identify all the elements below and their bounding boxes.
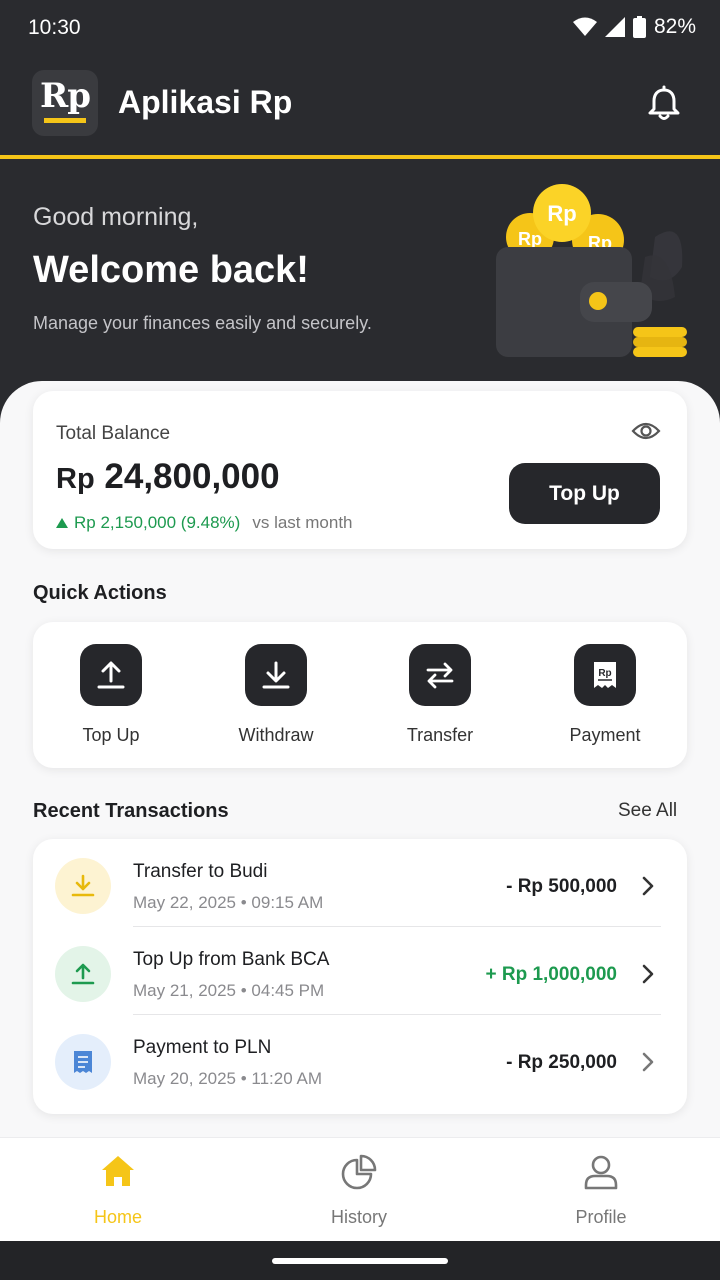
balance-change-suffix: vs last month — [252, 513, 353, 532]
battery-level: 82% — [653, 15, 696, 38]
logo-text: Rp — [39, 76, 91, 116]
svg-text:Rp: Rp — [598, 668, 611, 679]
chevron-right-icon — [642, 1052, 654, 1072]
main-content: Total Balance Rp 24,800,000 Rp 2,150,000… — [0, 381, 720, 1137]
quick-action-top-up[interactable]: Top Up — [51, 644, 171, 746]
download-icon — [245, 644, 307, 706]
transaction-name: Top Up from Bank BCA — [133, 949, 330, 970]
greeting-text: Good morning, — [33, 203, 199, 231]
quick-action-payment[interactable]: Rp Payment — [545, 644, 665, 746]
recent-transactions-title: Recent Transactions — [33, 800, 229, 822]
balance-change-value: Rp 2,150,000 (9.48%) — [74, 513, 241, 532]
status-time: 10:30 — [28, 16, 81, 39]
coin-label: Rp — [547, 201, 576, 226]
transaction-name: Transfer to Budi — [133, 861, 268, 882]
transfer-icon — [409, 644, 471, 706]
see-all-link[interactable]: See All — [618, 800, 677, 822]
nav-label: Profile — [575, 1207, 627, 1227]
transaction-amount: - Rp 500,000 — [506, 876, 617, 897]
balance-currency: Rp — [56, 463, 95, 495]
status-bar: 10:30 82% — [0, 0, 720, 56]
transaction-amount: - Rp 250,000 — [506, 1052, 617, 1073]
balance-change: Rp 2,150,000 (9.48%) vs last month — [56, 513, 353, 533]
app-logo: Rp — [32, 70, 98, 136]
welcome-heading: Welcome back! — [33, 249, 309, 291]
nav-history[interactable]: History — [299, 1152, 419, 1228]
nav-label: Home — [93, 1207, 142, 1227]
wifi-icon — [572, 17, 597, 36]
eye-icon[interactable] — [631, 419, 661, 443]
quick-actions-card: Top Up Withdraw Transfer Rp Payment — [33, 622, 687, 768]
balance-card: Total Balance Rp 24,800,000 Rp 2,150,000… — [33, 391, 687, 549]
transaction-row[interactable]: Transfer to Budi May 22, 2025 • 09:15 AM… — [33, 839, 687, 927]
transaction-row[interactable]: Top Up from Bank BCA May 21, 2025 • 04:4… — [33, 927, 687, 1015]
nav-label: History — [330, 1207, 387, 1227]
home-indicator[interactable] — [272, 1258, 448, 1264]
quick-action-label: Top Up — [82, 725, 140, 745]
transaction-amount: + Rp 1,000,000 — [485, 964, 617, 985]
pie-chart-icon — [341, 1154, 377, 1190]
user-icon — [584, 1155, 618, 1190]
app-header: Rp Aplikasi Rp — [0, 56, 720, 158]
quick-actions-title: Quick Actions — [33, 582, 167, 604]
chevron-right-icon — [642, 964, 654, 984]
download-icon — [55, 858, 111, 914]
balance-amount: Rp 24,800,000 — [56, 457, 280, 497]
top-up-button[interactable]: Top Up — [509, 463, 660, 524]
balance-value: 24,800,000 — [104, 457, 280, 496]
transaction-date: May 22, 2025 • 09:15 AM — [133, 893, 324, 912]
hero-section: Good morning, Welcome back! Manage your … — [0, 159, 720, 399]
transaction-date: May 20, 2025 • 11:20 AM — [133, 1069, 322, 1088]
wallet-illustration: Rp Rp Rp — [496, 184, 687, 357]
balance-label: Total Balance — [56, 423, 171, 444]
app-title: Aplikasi Rp — [118, 84, 293, 120]
up-triangle-icon — [56, 518, 68, 528]
tagline-text: Manage your finances easily and securely… — [33, 313, 372, 333]
receipt-icon: Rp — [574, 644, 636, 706]
coin-label: Rp — [518, 229, 542, 249]
upload-icon — [55, 946, 111, 1002]
transaction-date: May 21, 2025 • 04:45 PM — [133, 981, 325, 1000]
upload-icon — [80, 644, 142, 706]
transaction-row[interactable]: Payment to PLN May 20, 2025 • 11:20 AM -… — [33, 1015, 687, 1103]
bell-icon[interactable] — [644, 84, 684, 124]
chevron-right-icon — [642, 876, 654, 896]
quick-action-label: Withdraw — [238, 725, 314, 745]
home-icon — [102, 1156, 134, 1186]
transaction-name: Payment to PLN — [133, 1037, 272, 1058]
system-nav-bar — [0, 1241, 720, 1280]
status-icons: 82% — [572, 15, 696, 39]
transactions-card: Transfer to Budi May 22, 2025 • 09:15 AM… — [33, 839, 687, 1114]
bottom-nav: Home History Profile — [0, 1137, 720, 1241]
nav-home[interactable]: Home — [58, 1152, 178, 1228]
nav-profile[interactable]: Profile — [541, 1152, 661, 1228]
receipt-icon — [55, 1034, 111, 1090]
battery-icon — [632, 16, 646, 38]
quick-action-label: Transfer — [406, 725, 474, 745]
quick-action-label: Payment — [569, 725, 641, 745]
quick-action-transfer[interactable]: Transfer — [380, 644, 500, 746]
quick-action-withdraw[interactable]: Withdraw — [216, 644, 336, 746]
logo-underline — [44, 118, 86, 123]
signal-icon — [604, 17, 625, 37]
